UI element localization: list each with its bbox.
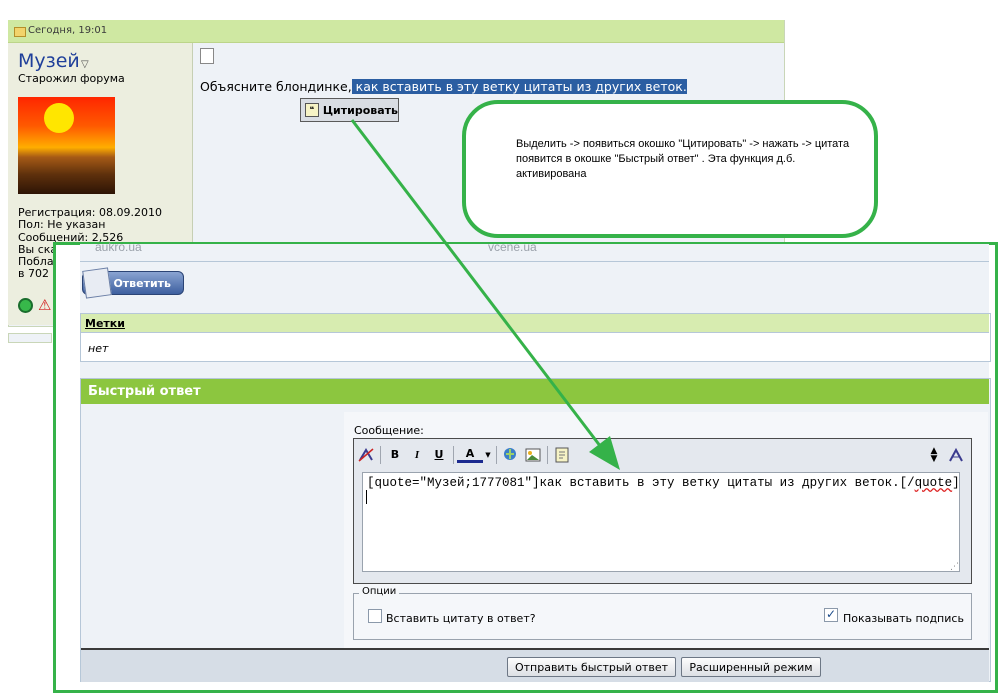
annotation-arrow: [350, 119, 620, 470]
